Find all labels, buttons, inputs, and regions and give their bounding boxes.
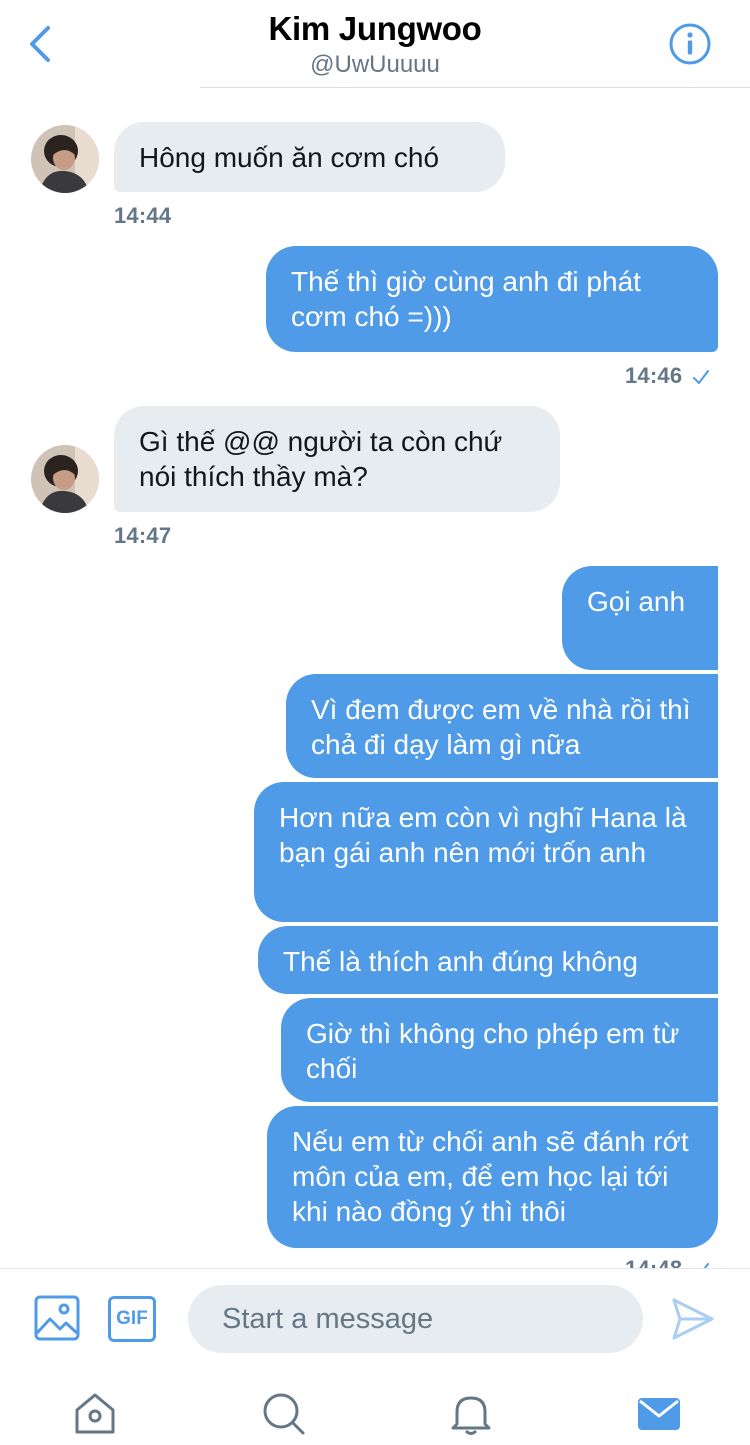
- tab-home[interactable]: [72, 1390, 118, 1436]
- contact-name[interactable]: Kim Jungwoo: [0, 10, 750, 48]
- message-bubble-outgoing[interactable]: Hơn nữa em còn vì nghĩ Hana là bạn gái a…: [254, 782, 718, 922]
- message-bubble-outgoing[interactable]: Gọi anh: [562, 566, 718, 670]
- message-text: Gì thế @@ người ta còn chứ nói thích thầ…: [139, 426, 503, 492]
- message-bubble-outgoing[interactable]: Nếu em từ chối anh sẽ đánh rớt môn của e…: [267, 1106, 718, 1248]
- message-input[interactable]: Start a message: [188, 1285, 643, 1353]
- tab-notifications[interactable]: [448, 1390, 494, 1436]
- image-icon: [34, 1295, 80, 1341]
- message-bubble-outgoing[interactable]: Thế là thích anh đúng không: [258, 926, 718, 994]
- bell-icon: [451, 1396, 491, 1435]
- search-icon: [263, 1393, 305, 1435]
- message-bubble-outgoing[interactable]: Thế thì giờ cùng anh đi phát cơm chó =))…: [266, 246, 718, 352]
- tab-search[interactable]: [260, 1390, 306, 1436]
- message-bubble-outgoing[interactable]: Vì đem được em về nhà rồi thì chả đi dạy…: [286, 674, 718, 778]
- send-button[interactable]: [670, 1296, 716, 1342]
- tab-messages[interactable]: [636, 1390, 682, 1436]
- avatar[interactable]: [31, 125, 99, 193]
- info-icon: [669, 23, 711, 65]
- message-list[interactable]: Hông muốn ăn cơm chó 14:44 Thế thì giờ c…: [0, 88, 750, 1268]
- message-text: Vì đem được em về nhà rồi thì chả đi dạy…: [311, 694, 691, 760]
- avatar[interactable]: [31, 445, 99, 513]
- message-timestamp: 14:46: [625, 363, 710, 389]
- message-text: Giờ thì không cho phép em từ chối: [306, 1018, 680, 1084]
- message-timestamp: 14:48: [625, 1256, 710, 1268]
- message-timestamp: 14:47: [114, 523, 172, 548]
- message-timestamp: 14:44: [114, 203, 172, 228]
- mail-icon: [638, 1398, 680, 1430]
- message-text: Hông muốn ăn cơm chó: [139, 142, 440, 173]
- sent-check-icon: [693, 370, 710, 385]
- message-bubble-incoming[interactable]: Hông muốn ăn cơm chó: [114, 122, 505, 192]
- message-text: Hơn nữa em còn vì nghĩ Hana là bạn gái a…: [279, 802, 687, 868]
- conversation-header: Kim Jungwoo @UwUuuuu: [0, 0, 750, 88]
- conversation-info-button[interactable]: [668, 22, 712, 66]
- message-text: Gọi anh: [587, 586, 686, 617]
- bottom-tab-bar: [0, 1372, 750, 1445]
- message-text: Thế là thích anh đúng không: [283, 946, 638, 977]
- message-composer: GIF Start a message: [0, 1268, 750, 1372]
- contact-handle: @UwUuuuu: [310, 51, 440, 78]
- message-text: Nếu em từ chối anh sẽ đánh rớt môn của e…: [292, 1126, 689, 1227]
- add-gif-button[interactable]: GIF: [108, 1296, 156, 1342]
- add-photo-button[interactable]: [34, 1295, 80, 1341]
- message-bubble-incoming[interactable]: Gì thế @@ người ta còn chứ nói thích thầ…: [114, 406, 560, 512]
- send-icon: [672, 1298, 714, 1340]
- home-icon: [75, 1393, 115, 1434]
- message-bubble-outgoing[interactable]: Giờ thì không cho phép em từ chối: [281, 998, 718, 1102]
- message-text: Thế thì giờ cùng anh đi phát cơm chó =))…: [291, 266, 641, 332]
